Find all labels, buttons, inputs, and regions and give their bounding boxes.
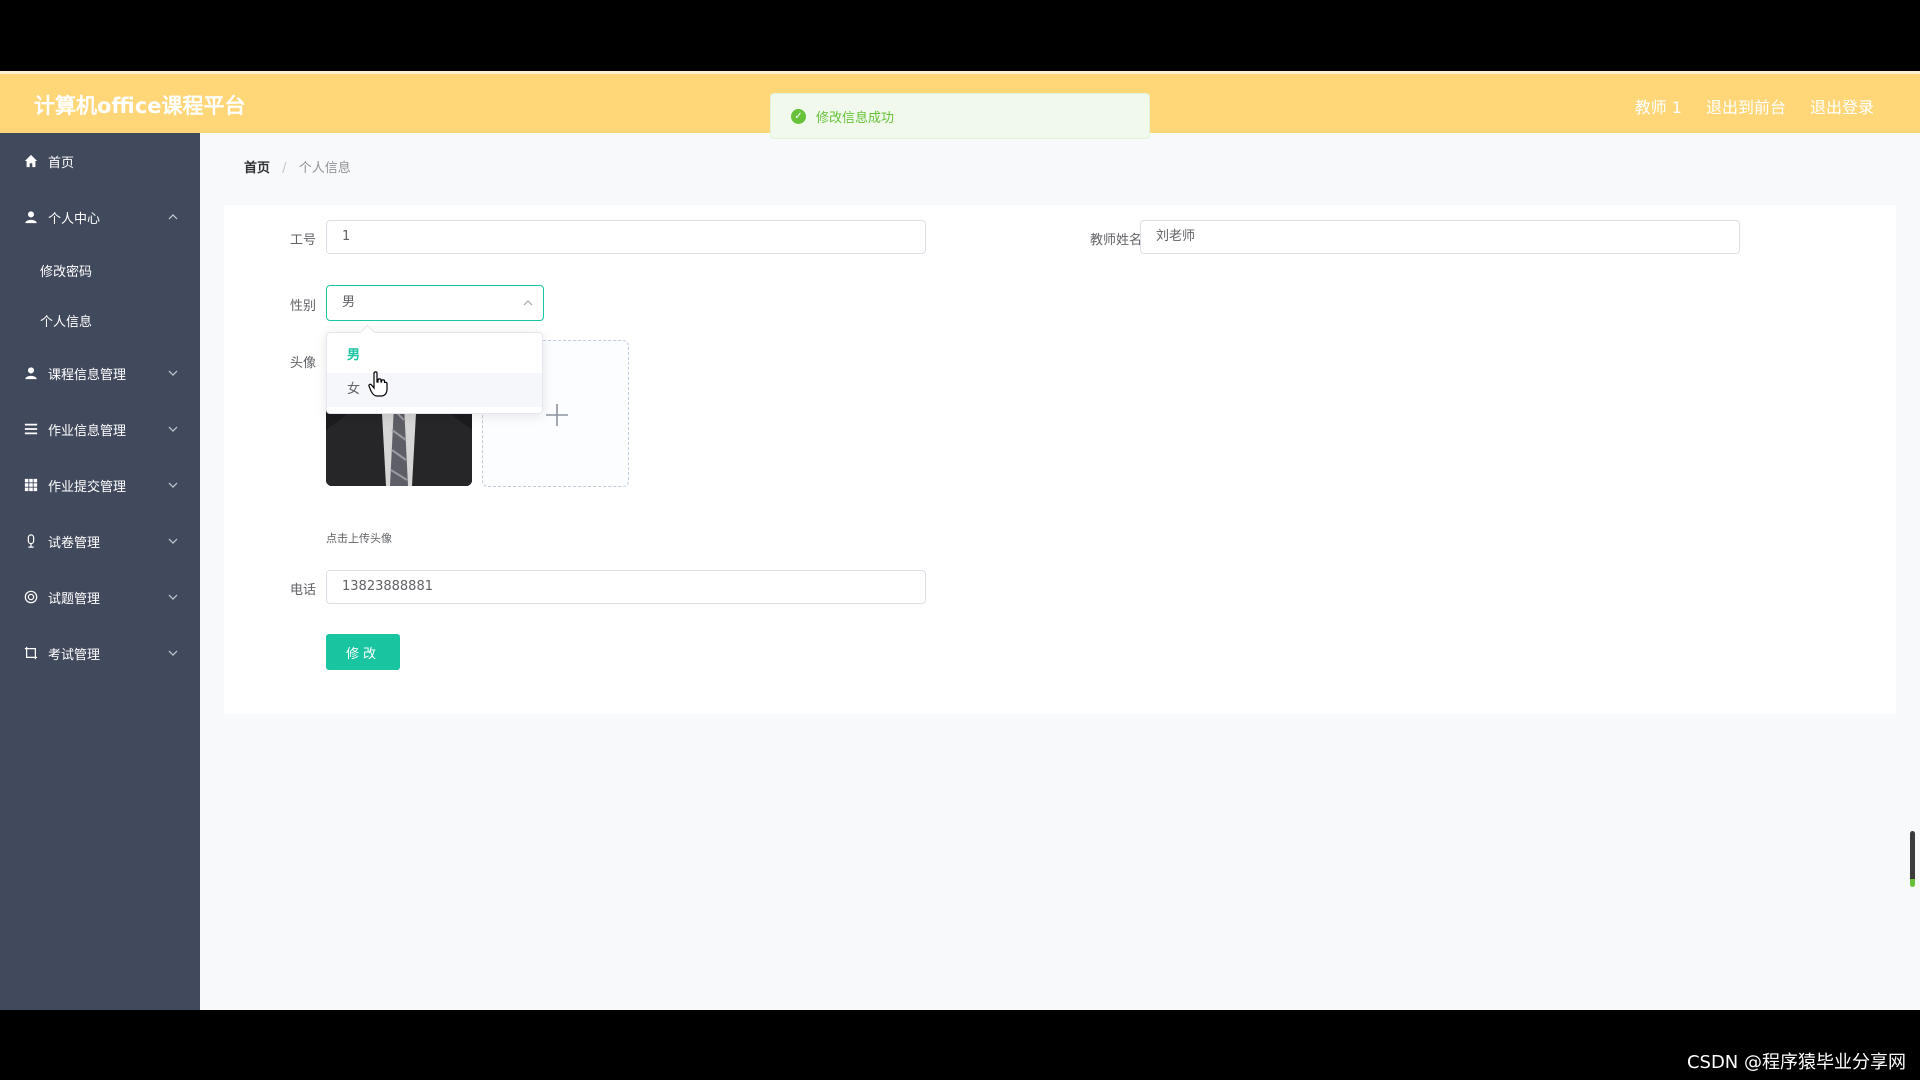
sidebar-item-label: 课程信息管理 bbox=[48, 367, 127, 383]
chevron-up-icon bbox=[523, 300, 533, 306]
main-content: 首页 / 个人信息 工号 1 教师姓名 刘老师 性别 男 男 女 头像 点击上传… bbox=[200, 133, 1920, 1010]
avatar-upload-hint: 点击上传头像 bbox=[326, 532, 392, 545]
crop-icon bbox=[24, 646, 38, 660]
check-circle-icon: ✓ bbox=[791, 108, 806, 124]
chevron-down-icon bbox=[168, 370, 178, 376]
list-icon bbox=[24, 422, 38, 436]
teacher-name-input[interactable]: 刘老师 bbox=[1140, 220, 1740, 254]
breadcrumb: 首页 / 个人信息 bbox=[244, 157, 351, 176]
gender-label: 性别 bbox=[289, 299, 316, 314]
circle-icon bbox=[24, 590, 38, 604]
user-icon bbox=[24, 366, 38, 380]
sidebar-item-exam[interactable]: 考试管理 bbox=[0, 625, 200, 681]
sidebar-item-label: 试题管理 bbox=[48, 591, 101, 607]
gender-select[interactable]: 男 bbox=[326, 285, 544, 321]
user-icon bbox=[24, 210, 38, 224]
sidebar-item-label: 个人中心 bbox=[48, 211, 101, 227]
sidebar-item-question[interactable]: 试题管理 bbox=[0, 569, 200, 625]
profile-form-card: 工号 1 教师姓名 刘老师 性别 男 男 女 头像 点击上传头像 电话 1382… bbox=[224, 205, 1896, 714]
breadcrumb-separator: / bbox=[282, 161, 287, 176]
phone-label: 电话 bbox=[289, 583, 316, 598]
sidebar-item-exam-paper[interactable]: 试卷管理 bbox=[0, 513, 200, 569]
toast-message: 修改信息成功 bbox=[816, 110, 895, 126]
sidebar-item-label: 作业信息管理 bbox=[48, 423, 127, 439]
gender-option-female[interactable]: 女 bbox=[327, 373, 542, 407]
gender-dropdown: 男 女 bbox=[326, 332, 543, 414]
avatar-label: 头像 bbox=[289, 356, 316, 371]
breadcrumb-home[interactable]: 首页 bbox=[244, 161, 270, 176]
gender-selected-value: 男 bbox=[342, 295, 356, 310]
hand-cursor-icon bbox=[368, 371, 388, 397]
sidebar-subitem-change-password[interactable]: 修改密码 bbox=[0, 245, 200, 295]
sidebar-item-label: 考试管理 bbox=[48, 647, 101, 663]
chevron-down-icon bbox=[168, 650, 178, 656]
app-window: 计算机office课程平台 教师 1 退出到前台 退出登录 ✓ 修改信息成功 首… bbox=[0, 71, 1920, 1010]
sidebar-item-personal-center[interactable]: 个人中心 bbox=[0, 189, 200, 245]
breadcrumb-current: 个人信息 bbox=[298, 161, 351, 176]
job-no-label: 工号 bbox=[289, 233, 316, 248]
scrollbar-thumb[interactable] bbox=[1910, 831, 1915, 887]
success-toast: ✓ 修改信息成功 bbox=[770, 93, 1150, 139]
chevron-down-icon bbox=[168, 594, 178, 600]
mic-icon bbox=[24, 534, 38, 548]
chevron-up-icon bbox=[168, 214, 178, 220]
watermark: CSDN @程序猿毕业分享网 bbox=[1686, 1052, 1906, 1073]
home-icon bbox=[24, 154, 38, 168]
app-title: 计算机office课程平台 bbox=[34, 94, 246, 118]
chevron-down-icon bbox=[168, 482, 178, 488]
grid-icon bbox=[24, 478, 38, 492]
sidebar-item-label: 试卷管理 bbox=[48, 535, 101, 551]
sidebar-item-label: 作业提交管理 bbox=[48, 479, 127, 495]
plus-icon bbox=[546, 404, 568, 426]
sidebar-item-homework-submission[interactable]: 作业提交管理 bbox=[0, 457, 200, 513]
current-user-link[interactable]: 教师 1 bbox=[1635, 94, 1682, 118]
gender-option-male[interactable]: 男 bbox=[327, 339, 542, 373]
sidebar-item-homework-info[interactable]: 作业信息管理 bbox=[0, 401, 200, 457]
sidebar-item-home[interactable]: 首页 bbox=[0, 133, 200, 189]
sidebar: 首页 个人中心 修改密码 个人信息 课程信息管理 作业信息管理 作业提交管理 试… bbox=[0, 133, 200, 1010]
top-links: 教师 1 退出到前台 退出登录 bbox=[1635, 94, 1874, 118]
submit-button[interactable]: 修改 bbox=[326, 634, 400, 670]
chevron-down-icon bbox=[168, 426, 178, 432]
chevron-down-icon bbox=[168, 538, 178, 544]
teacher-name-label: 教师姓名 bbox=[1089, 233, 1142, 248]
sidebar-item-course-info[interactable]: 课程信息管理 bbox=[0, 345, 200, 401]
phone-input[interactable]: 13823888881 bbox=[326, 570, 926, 604]
sidebar-subitem-personal-info[interactable]: 个人信息 bbox=[0, 295, 200, 345]
job-no-input[interactable]: 1 bbox=[326, 220, 926, 254]
back-to-frontend-link[interactable]: 退出到前台 bbox=[1706, 94, 1786, 118]
sidebar-item-label: 首页 bbox=[48, 155, 75, 171]
logout-link[interactable]: 退出登录 bbox=[1810, 94, 1874, 118]
